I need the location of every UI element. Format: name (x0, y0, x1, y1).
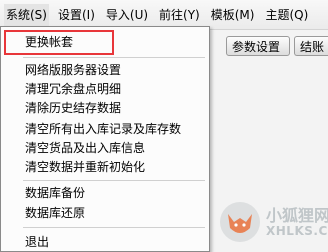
parameter-settings-button[interactable]: 参数设置 (226, 36, 290, 56)
menu-import[interactable]: 导入(U) (104, 4, 150, 26)
checkout-button[interactable]: 结账 (294, 36, 328, 56)
watermark-site-domain: XHLKS.CN (266, 224, 328, 238)
menu-separator (23, 227, 205, 228)
menu-theme[interactable]: 主题(Q) (263, 4, 310, 26)
watermark-site-name: 小狐狸网 (266, 206, 328, 225)
menu-item-clean-redundant-inventory-details[interactable]: 清理冗余盘点明细 (1, 80, 209, 98)
menu-separator (23, 57, 205, 58)
system-dropdown-menu: 更换帐套 网络版服务器设置 清理冗余盘点明细 清除历史结存数据 清空所有出入库记… (0, 26, 210, 252)
menu-item-exit[interactable]: 退出 (1, 233, 209, 251)
menu-item-clear-data-and-reinitialize[interactable]: 清空数据并重新初始化 (1, 158, 209, 176)
menu-item-database-restore[interactable]: 数据库还原 (1, 204, 209, 222)
menu-item-clear-historical-balance[interactable]: 清除历史结存数据 (1, 99, 209, 117)
highlight-annotation-box (4, 30, 114, 55)
menu-item-clear-all-stock-records[interactable]: 清空所有出入库记录及库存数 (1, 120, 209, 138)
menu-item-database-backup[interactable]: 数据库备份 (1, 184, 209, 202)
menu-goto[interactable]: 前往(Y) (157, 4, 202, 26)
menu-template[interactable]: 模板(M) (209, 4, 257, 26)
menu-item-clear-goods-and-stock-info[interactable]: 清空货品及出入库信息 (1, 139, 209, 157)
menu-separator (23, 180, 205, 181)
menu-settings[interactable]: 设置(I) (56, 4, 97, 26)
menu-system[interactable]: 系统(S) (4, 3, 49, 26)
fox-logo-watermark-icon (220, 202, 260, 242)
menu-item-network-server-settings[interactable]: 网络版服务器设置 (1, 61, 209, 79)
